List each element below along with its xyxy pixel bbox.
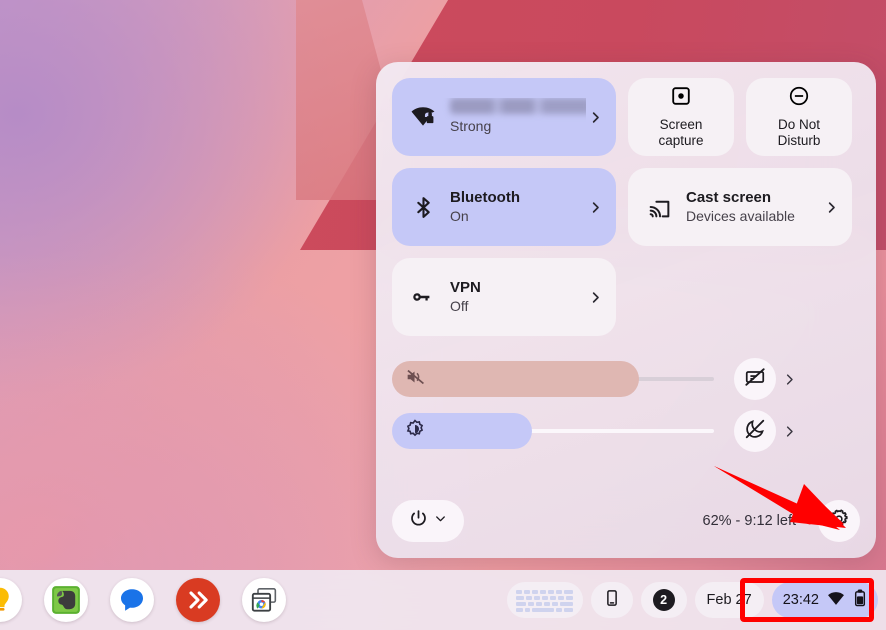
brightness-slider-fill — [392, 413, 532, 449]
phone-hub-icon — [603, 589, 621, 612]
phone-hub-button[interactable] — [590, 582, 633, 618]
quick-setting-tile-do-not-disturb[interactable]: Do Not Disturb — [746, 78, 852, 156]
bluetooth-icon — [406, 190, 440, 224]
chrome-windows-icon — [251, 587, 277, 612]
chevron-right-icon[interactable] — [586, 110, 604, 125]
keep-icon — [0, 587, 9, 611]
chromeos-desktop: Strong Screen capture Do Not Disturb Blu… — [0, 0, 886, 630]
volume-slider[interactable] — [392, 361, 714, 397]
settings-button[interactable] — [818, 500, 860, 542]
brightness-icon — [404, 418, 426, 445]
night-light-off-icon — [744, 418, 766, 445]
mic-off-icon — [744, 366, 766, 393]
quick-setting-tile-bluetooth[interactable]: Bluetooth On — [392, 168, 616, 246]
chevron-right-icon[interactable] — [822, 200, 840, 215]
chevron-right-icon[interactable] — [586, 290, 604, 305]
calendar-date-button[interactable]: Feb 27 — [694, 582, 764, 618]
brightness-slider-row — [392, 408, 860, 454]
volume-muted-icon — [404, 366, 426, 393]
volume-slider-fill — [392, 361, 639, 397]
brightness-settings-chevron[interactable] — [776, 424, 802, 439]
do-not-disturb-label-line1: Do Not — [777, 117, 820, 132]
cast-screen-subtitle: Devices available — [686, 208, 795, 224]
quick-setting-tile-screen-capture[interactable]: Screen capture — [628, 78, 734, 156]
chevron-down-icon[interactable] — [433, 511, 448, 531]
remote-desktop-icon — [189, 591, 208, 609]
screen-capture-label-line2: capture — [658, 133, 704, 148]
power-icon — [408, 508, 429, 534]
cast-icon — [642, 190, 676, 224]
shelf-app-keep[interactable] — [0, 578, 22, 622]
notification-counter-button[interactable]: 2 — [640, 582, 687, 618]
quick-settings-panel: Strong Screen capture Do Not Disturb Blu… — [376, 62, 876, 558]
bluetooth-state: On — [450, 208, 469, 224]
power-button[interactable] — [392, 500, 464, 542]
shelf-app-evernote[interactable] — [44, 578, 88, 622]
messages-icon — [121, 589, 143, 611]
volume-settings-chevron[interactable] — [776, 372, 802, 387]
gear-icon — [828, 508, 850, 535]
system-tray-button[interactable]: 23:42 — [771, 582, 878, 618]
vpn-state: Off — [450, 298, 469, 314]
shelf-time-label: 23:42 — [782, 592, 819, 608]
do-not-disturb-label-line2: Disturb — [777, 133, 821, 148]
volume-slider-row — [392, 356, 860, 402]
shelf: 2 Feb 27 23:42 — [0, 570, 886, 630]
battery-status-label: 62% - 9:12 left — [702, 513, 797, 529]
vpn-key-icon — [406, 280, 440, 314]
shelf-app-list — [0, 570, 286, 630]
shelf-app-remote-desktop[interactable] — [176, 578, 220, 622]
virtual-keyboard-icon — [515, 590, 573, 612]
quick-settings-bottom-bar: 62% - 9:12 left — [392, 498, 860, 544]
shelf-status-area: 2 Feb 27 23:42 — [506, 570, 878, 630]
quick-setting-tile-vpn[interactable]: VPN Off — [392, 258, 616, 336]
wifi-icon — [827, 589, 845, 612]
do-not-disturb-icon — [788, 85, 810, 112]
battery-icon — [853, 589, 867, 612]
shelf-date-label: Feb 27 — [706, 592, 752, 608]
quick-setting-tile-wifi[interactable]: Strong — [392, 78, 616, 156]
virtual-keyboard-button[interactable] — [506, 582, 583, 618]
chevron-right-icon[interactable] — [586, 200, 604, 215]
brightness-slider[interactable] — [392, 413, 714, 449]
wifi-locked-icon — [406, 100, 440, 134]
cast-screen-title: Cast screen — [686, 189, 772, 206]
screen-capture-icon — [670, 85, 692, 112]
wifi-signal-label: Strong — [450, 118, 492, 134]
evernote-icon — [52, 586, 80, 614]
screen-capture-label-line1: Screen — [659, 117, 703, 132]
mic-off-button[interactable] — [734, 358, 776, 400]
bluetooth-title: Bluetooth — [450, 189, 520, 206]
quick-setting-tile-cast-screen[interactable]: Cast screen Devices available — [628, 168, 852, 246]
night-light-button[interactable] — [734, 410, 776, 452]
vpn-title: VPN — [450, 279, 481, 296]
notification-count-badge: 2 — [652, 589, 675, 611]
shelf-app-chrome-windows[interactable] — [242, 578, 286, 622]
shelf-app-messages[interactable] — [110, 578, 154, 622]
wifi-ssid-redacted — [450, 98, 586, 114]
